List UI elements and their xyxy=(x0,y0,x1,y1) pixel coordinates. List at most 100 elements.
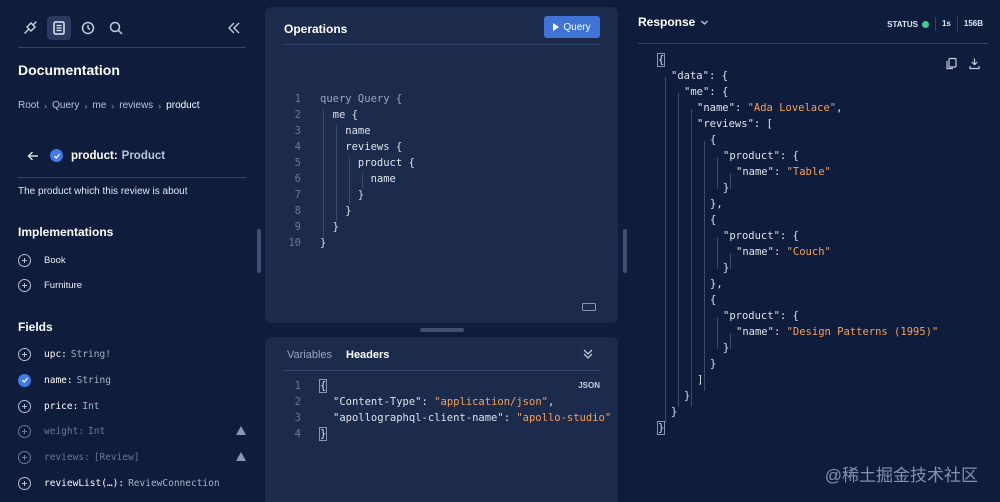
run-query-button[interactable]: Query xyxy=(544,16,600,38)
code-line: reviews { xyxy=(320,141,403,153)
json-line: "me": { xyxy=(684,86,729,98)
tab-headers[interactable]: Headers xyxy=(346,349,389,361)
breadcrumb-root[interactable]: Root xyxy=(18,100,39,111)
indent-guide xyxy=(717,237,718,269)
indent-guide xyxy=(730,173,731,189)
json-line: } xyxy=(671,406,678,418)
add-icon[interactable] xyxy=(18,278,31,292)
indent-guide xyxy=(704,141,705,391)
field-row-weight[interactable]: weight: Int xyxy=(18,423,246,439)
collapse-icon[interactable] xyxy=(222,16,246,40)
add-icon[interactable] xyxy=(18,347,31,361)
json-line: } xyxy=(723,342,730,354)
documentation-panel: Documentation Root › Query › me › reviews › … xyxy=(0,0,258,502)
collapse-panel-icon[interactable] xyxy=(582,348,594,360)
json-line: } xyxy=(723,262,730,274)
add-icon[interactable] xyxy=(18,253,31,267)
history-icon[interactable] xyxy=(76,16,100,40)
field-row-name: weight: xyxy=(44,425,85,437)
field-header: product: Product xyxy=(18,141,246,178)
status-dot-icon xyxy=(921,20,929,28)
tab-variables[interactable]: Variables xyxy=(287,349,332,361)
field-row-type[interactable]: [Review] xyxy=(94,452,140,463)
add-icon[interactable] xyxy=(18,476,31,490)
add-icon[interactable] xyxy=(18,450,31,464)
indent-guide xyxy=(730,333,731,349)
json-line: { xyxy=(710,214,717,226)
format-label[interactable]: JSON xyxy=(578,381,600,390)
keyboard-shortcuts-icon[interactable] xyxy=(582,303,596,311)
indent-guide xyxy=(730,253,731,269)
header-value: "apollo-studio" xyxy=(516,412,612,424)
response-size: 156B xyxy=(956,17,989,31)
divider xyxy=(638,43,988,44)
field-type[interactable]: Product xyxy=(122,150,165,162)
header-line: "Content-Type": "application/json", xyxy=(333,396,555,408)
breadcrumb-separator-icon: › xyxy=(44,100,48,111)
implementation-label: Book xyxy=(44,254,66,266)
json-line: "name": "Table" xyxy=(736,166,831,178)
breadcrumb-query[interactable]: Query xyxy=(52,100,79,111)
code-line: } xyxy=(320,237,327,249)
field-row-reviewlist[interactable]: reviewList(…): ReviewConnection xyxy=(18,475,246,491)
response-time: 1s xyxy=(934,17,957,31)
line-number: 4 xyxy=(294,141,301,153)
header-value: "application/json" xyxy=(434,396,548,408)
play-icon xyxy=(553,23,560,31)
field-row-reviews[interactable]: reviews: [Review] xyxy=(18,449,246,465)
indent-guide xyxy=(665,77,666,423)
status-label: STATUS xyxy=(887,19,918,29)
code-line: } xyxy=(320,205,352,217)
add-icon[interactable] xyxy=(18,424,31,438)
line-number: 8 xyxy=(294,205,301,217)
breadcrumb-me[interactable]: me xyxy=(92,100,106,111)
implementations-title: Implementations xyxy=(18,225,114,239)
line-number: 9 xyxy=(294,221,301,233)
code-line: me { xyxy=(320,109,358,121)
indent-guide xyxy=(717,317,718,349)
field-name: product xyxy=(71,150,114,162)
download-icon[interactable] xyxy=(968,57,981,70)
response-title[interactable]: Response xyxy=(638,15,709,29)
watermark: @稀土掘金技术社区 xyxy=(824,466,978,485)
field-row-type[interactable]: String xyxy=(77,375,111,386)
breadcrumb-reviews[interactable]: reviews xyxy=(119,100,153,111)
breadcrumb-product: product xyxy=(166,100,200,111)
explorer-icon[interactable] xyxy=(18,16,42,40)
field-row-type[interactable]: Int xyxy=(88,426,105,437)
json-line: "name": "Design Patterns (1995)" xyxy=(736,326,939,338)
implementation-item[interactable]: Book xyxy=(18,252,246,268)
json-line: { xyxy=(710,134,717,146)
field-row-type[interactable]: String! xyxy=(71,349,111,360)
json-line: "name": "Couch" xyxy=(736,246,831,258)
header-key: "Content-Type" xyxy=(333,396,422,408)
docs-icon[interactable] xyxy=(47,16,71,40)
checked-icon[interactable] xyxy=(18,373,31,387)
copy-icon[interactable] xyxy=(945,57,958,70)
field-description: The product which this review is about xyxy=(18,186,188,197)
json-line: "product": { xyxy=(723,310,799,322)
search-icon[interactable] xyxy=(104,16,128,40)
header-line: "apollographql-client-name": "apollo-stu… xyxy=(333,412,612,424)
response-title-label: Response xyxy=(638,15,696,29)
field-colon: : xyxy=(113,150,118,162)
checked-icon[interactable] xyxy=(50,149,63,162)
variables-header: Variables Headers xyxy=(283,337,600,371)
field-row-name: reviewList(…): xyxy=(44,477,125,489)
json-line: "product": { xyxy=(723,230,799,242)
field-row-type[interactable]: Int xyxy=(82,401,99,412)
implementation-item[interactable]: Furniture xyxy=(18,277,246,293)
docs-resize-handle[interactable] xyxy=(257,229,261,273)
add-icon[interactable] xyxy=(18,399,31,413)
back-arrow-icon[interactable] xyxy=(26,149,40,163)
field-row-price[interactable]: price: Int xyxy=(18,398,246,414)
line-number: 6 xyxy=(294,173,301,185)
editor-resize-handle[interactable] xyxy=(420,328,464,332)
field-row-upc[interactable]: upc: String! xyxy=(18,346,246,362)
field-row-type[interactable]: ReviewConnection xyxy=(128,478,220,489)
code-line: } xyxy=(320,221,339,233)
breadcrumb-separator-icon: › xyxy=(158,100,162,111)
breadcrumb: Root › Query › me › reviews › product xyxy=(18,100,200,111)
field-row-name[interactable]: name: String xyxy=(18,372,246,388)
deprecated-warning-icon xyxy=(236,452,246,461)
